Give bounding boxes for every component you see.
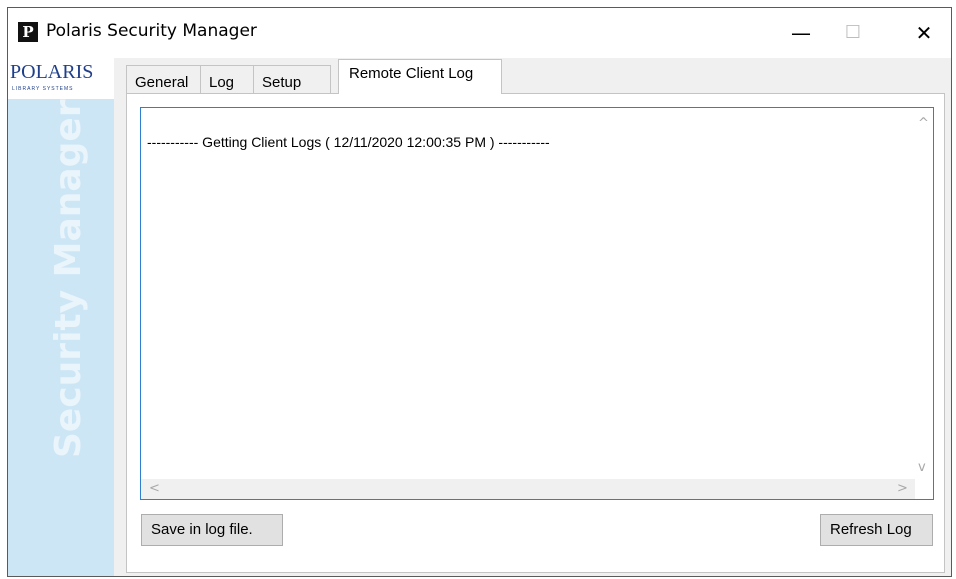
scroll-down-arrow-icon[interactable]: v bbox=[918, 460, 926, 475]
logo-subtext: LIBRARY SYSTEMS bbox=[12, 86, 74, 92]
scroll-right-arrow-icon[interactable]: > bbox=[897, 481, 908, 496]
tab-setup[interactable]: Setup bbox=[253, 65, 331, 93]
polaris-app-icon: P bbox=[18, 22, 38, 42]
refresh-log-button[interactable]: Refresh Log bbox=[820, 514, 933, 546]
scroll-left-arrow-icon[interactable]: < bbox=[149, 481, 160, 496]
tab-remote-client-log[interactable]: Remote Client Log bbox=[338, 59, 502, 94]
scroll-up-arrow-icon[interactable]: ^ bbox=[918, 116, 929, 131]
logo-text: POLARIS bbox=[10, 61, 94, 83]
horizontal-scrollbar[interactable]: < > bbox=[141, 479, 915, 499]
polaris-logo: POLARIS LIBRARY SYSTEMS bbox=[8, 58, 114, 99]
maximize-button[interactable]: ☐ bbox=[827, 8, 879, 58]
sidebar-banner: POLARIS LIBRARY SYSTEMS Security Manager bbox=[8, 58, 114, 576]
title-bar[interactable]: P Polaris Security Manager — ☐ ✕ bbox=[8, 8, 951, 58]
tab-log[interactable]: Log bbox=[200, 65, 254, 93]
app-window: P Polaris Security Manager — ☐ ✕ POLARIS… bbox=[7, 7, 952, 577]
save-log-button[interactable]: Save in log file. bbox=[141, 514, 283, 546]
close-button[interactable]: ✕ bbox=[898, 8, 950, 58]
log-line: ----------- Getting Client Logs ( 12/11/… bbox=[147, 134, 550, 150]
log-textbox[interactable]: ----------- Getting Client Logs ( 12/11/… bbox=[140, 107, 934, 500]
vertical-scrollbar[interactable]: ^ v bbox=[913, 108, 933, 481]
tab-general[interactable]: General bbox=[126, 65, 201, 93]
minimize-button[interactable]: — bbox=[775, 8, 827, 58]
sidebar-title: Security Manager bbox=[48, 99, 89, 458]
remote-client-log-panel: ----------- Getting Client Logs ( 12/11/… bbox=[126, 93, 945, 573]
window-title: Polaris Security Manager bbox=[46, 21, 257, 41]
